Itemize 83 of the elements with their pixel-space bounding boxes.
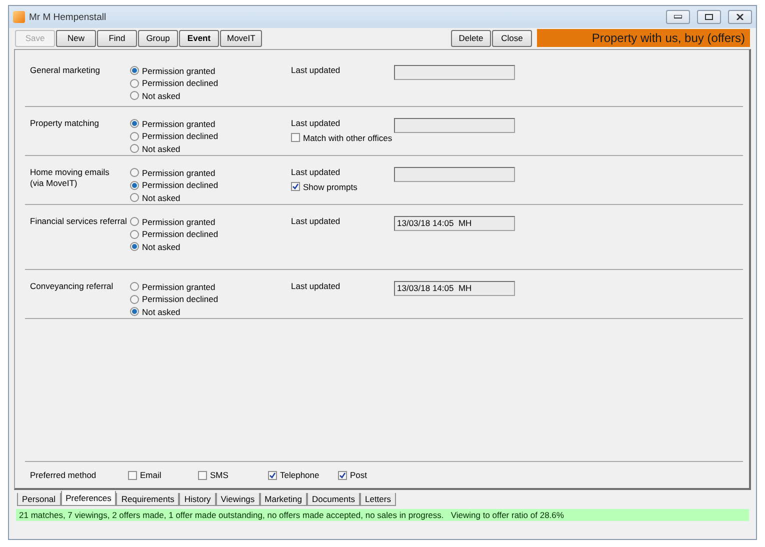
tab[interactable]: Documents [306,493,360,506]
tab[interactable]: Viewings [216,493,260,506]
tab[interactable]: Preferences [60,491,116,506]
minimize-icon [674,15,682,19]
checkbox-label: Post [350,470,368,480]
field-label: Last updated [291,65,342,75]
last-updated-field[interactable] [394,118,515,133]
radio-button[interactable] [130,144,139,153]
radio-label: Not asked [142,144,180,154]
toolbar-button[interactable]: Group [138,30,178,46]
last-updated-field[interactable] [394,65,515,80]
section-label: Financial services referral [30,216,128,228]
section-label: Conveyancing referral [30,281,114,293]
field-label: Last updated [291,216,342,226]
radio-label: Permission granted [142,66,216,76]
radio-label: Permission granted [142,168,216,178]
radio-button[interactable] [130,193,139,202]
radio-button[interactable] [130,132,139,140]
close-button[interactable] [728,10,752,24]
section-label: Property matching [30,118,100,130]
checkbox[interactable] [338,470,347,480]
tab[interactable]: Personal [17,493,61,506]
radio-button[interactable] [130,282,139,291]
close-icon [736,14,744,20]
radio-label: Permission declined [142,229,218,239]
maximize-icon [705,14,713,20]
tab[interactable]: Marketing [260,493,307,506]
radio-button[interactable] [130,307,139,316]
section-label: General marketing [30,65,101,77]
minimize-button[interactable] [666,10,690,24]
radio-button[interactable] [130,180,139,190]
checkbox-label: SMS [210,470,228,480]
checkbox[interactable] [291,182,300,191]
status-banner: Property with us, buy (offers) [537,29,750,47]
toolbar-button[interactable]: Find [97,30,137,46]
toolbar-button[interactable]: MoveIT [220,30,262,46]
radio-button[interactable] [130,119,139,128]
radio-button[interactable] [130,230,139,238]
radio-button[interactable] [130,242,139,251]
last-updated-field[interactable]: 13/03/18 14:05 MH [394,281,515,296]
checkbox[interactable] [198,470,207,480]
checkbox-label: Match with other offices [303,132,392,142]
last-updated-field[interactable] [394,167,515,182]
radio-label: Permission declined [142,180,218,190]
radio-label: Permission declined [142,78,218,88]
field-label: Preferred method [30,470,98,480]
field-label: Last updated [291,281,342,291]
app-icon [13,11,25,23]
radio-label: Permission granted [142,216,216,226]
field-label: Last updated [291,167,342,177]
radio-label: Not asked [142,192,180,202]
status-bar: 21 matches, 7 viewings, 2 offers made, 1 offer made outstanding, no offers made accepted, no sales in progress. Viewing to offer ratio of 28.6% [16,509,749,521]
radio-button[interactable] [130,91,139,100]
radio-button[interactable] [130,217,139,226]
tab[interactable]: Letters [360,493,396,506]
radio-label: Permission granted [142,282,216,292]
tab[interactable]: History [179,493,216,506]
checkbox[interactable] [268,470,277,480]
radio-button[interactable] [130,168,139,177]
section-label: Home moving emails (via MoveIT) [30,167,110,190]
radio-button[interactable] [130,294,139,304]
radio-label: Permission declined [142,294,218,304]
toolbar-button[interactable]: Delete [451,30,491,46]
toolbar-button[interactable]: Event [179,30,219,46]
toolbar-button[interactable]: Close [492,30,532,46]
checkbox-label: Telephone [280,470,320,480]
checkbox-label: Show prompts [303,182,358,192]
tab[interactable]: Requirements [116,493,180,506]
checkbox[interactable] [291,133,300,142]
toolbar-button[interactable]: New [56,30,96,46]
window-title: Mr M Hempenstall [29,12,108,22]
checkbox[interactable] [128,470,137,480]
radio-label: Not asked [142,242,180,252]
radio-label: Not asked [142,306,180,316]
maximize-button[interactable] [697,10,721,24]
radio-label: Not asked [142,90,180,100]
last-updated-field[interactable]: 13/03/18 14:05 MH [394,216,515,231]
checkbox-label: Email [140,470,162,480]
field-label: Last updated [291,118,342,128]
radio-button[interactable] [130,78,139,88]
radio-label: Permission declined [142,131,218,141]
radio-button[interactable] [130,66,139,75]
radio-label: Permission granted [142,118,216,128]
